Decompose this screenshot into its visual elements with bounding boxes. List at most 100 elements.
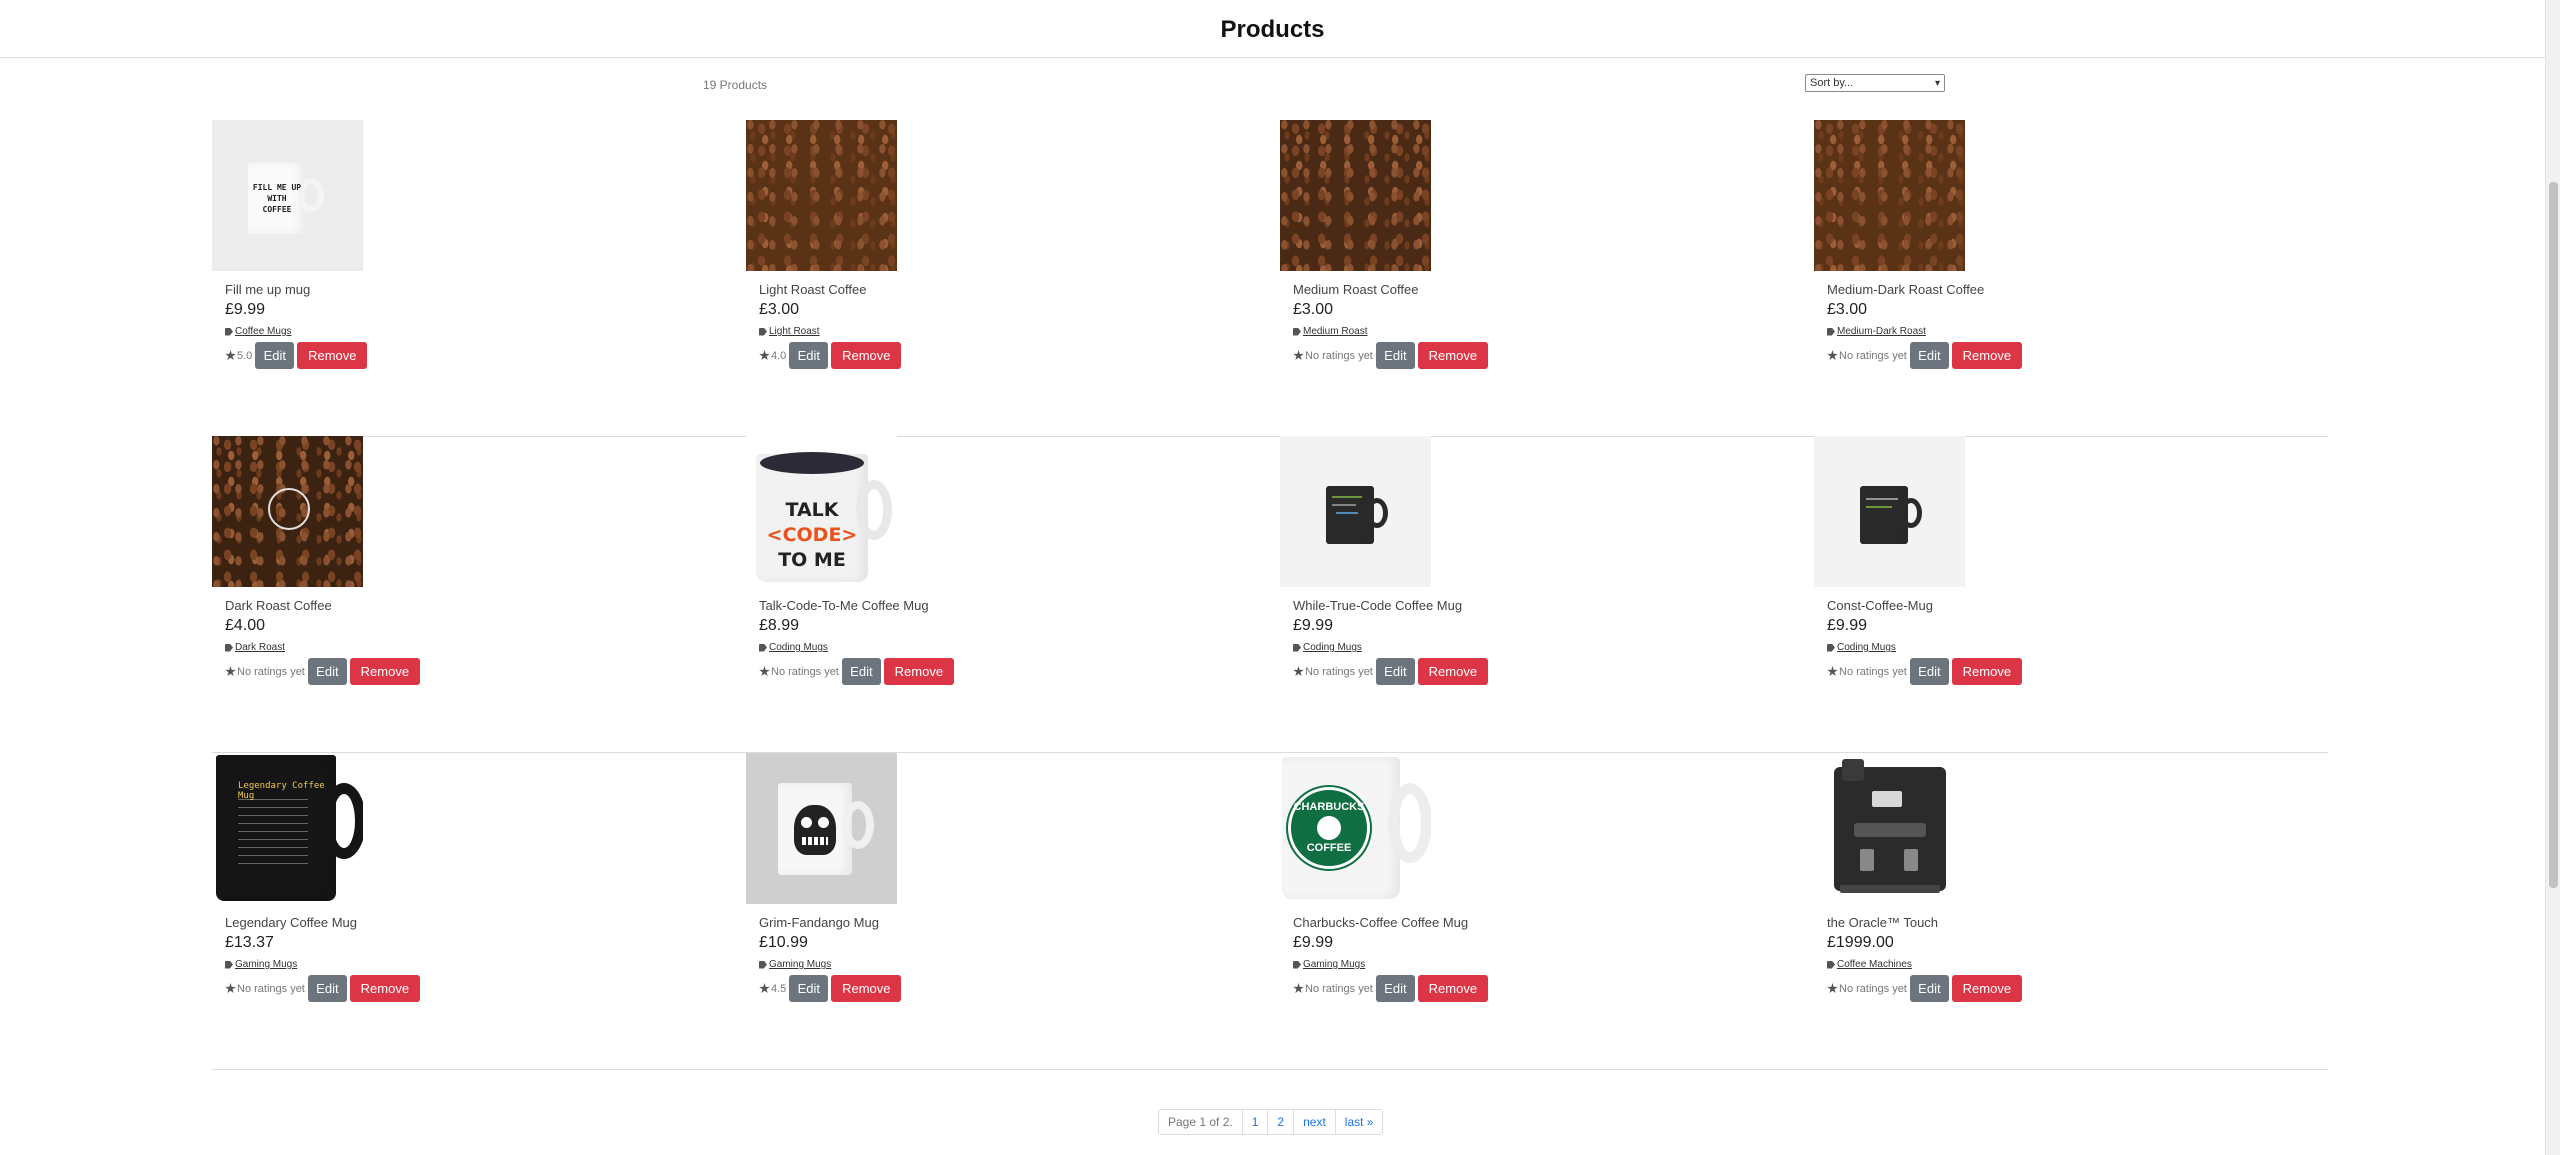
category-link[interactable]: Coding Mugs — [1837, 642, 1896, 653]
tag-icon — [759, 960, 767, 969]
product-name: Medium Roast Coffee — [1293, 282, 1419, 297]
product-card: FILL ME UP WITH COFFEE Fill me up mug £9… — [212, 120, 712, 420]
remove-button[interactable]: Remove — [1951, 658, 2022, 685]
remove-button[interactable]: Remove — [831, 342, 902, 369]
product-card: the Oracle™ Touch £1999.00 Coffee Machin… — [1814, 753, 2314, 1053]
remove-button[interactable]: Remove — [297, 342, 368, 369]
category-link[interactable]: Medium-Dark Roast — [1837, 326, 1926, 337]
rating-text: No ratings yet — [237, 982, 305, 995]
product-price: £9.99 — [1293, 934, 1334, 951]
rating-text: No ratings yet — [1839, 349, 1907, 362]
category-link[interactable]: Dark Roast — [235, 642, 285, 653]
star-icon — [1293, 983, 1304, 994]
edit-button[interactable]: Edit — [1375, 975, 1415, 1002]
product-image[interactable]: TALK <CODE> TO ME — [746, 436, 897, 587]
coffee-surface — [760, 452, 864, 474]
remove-button[interactable]: Remove — [1951, 342, 2022, 369]
category-link[interactable]: Gaming Mugs — [235, 959, 297, 970]
product-image[interactable] — [1280, 120, 1431, 271]
sort-select[interactable]: Sort by... ▾ — [1805, 74, 1945, 92]
page-link-1[interactable]: 1 — [1241, 1110, 1268, 1134]
product-row: FILL ME UP WITH COFFEE Fill me up mug £9… — [212, 120, 2328, 437]
category-link[interactable]: Coffee Mugs — [235, 326, 292, 337]
star-icon — [225, 983, 236, 994]
remove-button[interactable]: Remove — [1951, 975, 2022, 1002]
product-price: £3.00 — [1293, 301, 1334, 318]
pagination: Page 1 of 2. 1 2 next last » — [1158, 1109, 1384, 1135]
product-count: 19 Products — [703, 78, 768, 92]
product-price: £3.00 — [759, 301, 800, 318]
category-link[interactable]: Coffee Machines — [1837, 959, 1912, 970]
tag-icon — [1827, 327, 1835, 336]
product-card: TALK <CODE> TO ME Talk-Code-To-Me Coffee… — [746, 436, 1246, 736]
edit-button[interactable]: Edit — [1909, 342, 1949, 369]
rating-text: No ratings yet — [1305, 665, 1373, 678]
category-link[interactable]: Coding Mugs — [1303, 642, 1362, 653]
product-price: £13.37 — [225, 934, 274, 951]
product-image[interactable]: Legendary Coffee Mug — [212, 753, 363, 904]
tag-icon — [225, 960, 233, 969]
tag-icon — [1293, 960, 1301, 969]
product-card: Grim-Fandango Mug £10.99 Gaming Mugs 4.5… — [746, 753, 1246, 1053]
product-image[interactable]: FILL ME UP WITH COFFEE — [212, 120, 363, 271]
product-name: Dark Roast Coffee — [225, 598, 332, 613]
category-link[interactable]: Light Roast — [769, 326, 820, 337]
edit-button[interactable]: Edit — [307, 658, 347, 685]
category-link[interactable]: Coding Mugs — [769, 642, 828, 653]
star-icon — [225, 666, 236, 677]
edit-button[interactable]: Edit — [1909, 658, 1949, 685]
edit-button[interactable]: Edit — [1375, 658, 1415, 685]
edit-button[interactable]: Edit — [789, 342, 829, 369]
edit-button[interactable]: Edit — [789, 975, 829, 1002]
product-name: While-True-Code Coffee Mug — [1293, 598, 1463, 613]
product-name: Talk-Code-To-Me Coffee Mug — [759, 598, 929, 613]
category-link[interactable]: Gaming Mugs — [1303, 959, 1365, 970]
rating-text: No ratings yet — [771, 665, 839, 678]
remove-button[interactable]: Remove — [883, 658, 954, 685]
scrollbar-thumb[interactable] — [2549, 182, 2558, 888]
remove-button[interactable]: Remove — [1417, 342, 1488, 369]
edit-button[interactable]: Edit — [255, 342, 295, 369]
product-image[interactable]: CHARBUCKS COFFEE — [1280, 753, 1431, 904]
remove-button[interactable]: Remove — [1417, 975, 1488, 1002]
product-image[interactable] — [1280, 436, 1431, 587]
star-icon — [1293, 350, 1304, 361]
next-page-link[interactable]: next — [1293, 1110, 1335, 1134]
tag-icon — [759, 327, 767, 336]
star-icon — [759, 666, 770, 677]
edit-button[interactable]: Edit — [841, 658, 881, 685]
page-link-2[interactable]: 2 — [1267, 1110, 1293, 1134]
remove-button[interactable]: Remove — [349, 658, 420, 685]
product-card: Medium Roast Coffee £3.00 Medium Roast N… — [1280, 120, 1780, 420]
charbucks-logo: CHARBUCKS COFFEE — [1288, 787, 1370, 869]
product-image[interactable] — [1814, 753, 1965, 904]
category-link[interactable]: Medium Roast — [1303, 326, 1367, 337]
product-name: Const-Coffee-Mug — [1827, 598, 1933, 613]
star-icon — [1827, 666, 1838, 677]
product-card: Light Roast Coffee £3.00 Light Roast 4.0… — [746, 120, 1246, 420]
product-card: Dark Roast Coffee £4.00 Dark Roast No ra… — [212, 436, 712, 736]
remove-button[interactable]: Remove — [1417, 658, 1488, 685]
tag-icon — [1827, 960, 1835, 969]
product-image[interactable] — [212, 436, 363, 587]
edit-button[interactable]: Edit — [1909, 975, 1949, 1002]
product-card: Const-Coffee-Mug £9.99 Coding Mugs No ra… — [1814, 436, 2314, 736]
star-icon — [225, 350, 236, 361]
product-image[interactable] — [746, 120, 897, 271]
star-icon — [1827, 350, 1838, 361]
star-icon — [759, 983, 770, 994]
product-image[interactable] — [1814, 120, 1965, 271]
edit-button[interactable]: Edit — [1375, 342, 1415, 369]
product-image[interactable] — [1814, 436, 1965, 587]
vertical-scrollbar[interactable] — [2545, 0, 2560, 1155]
category-link[interactable]: Gaming Mugs — [769, 959, 831, 970]
product-image[interactable] — [746, 753, 897, 904]
last-page-link[interactable]: last » — [1334, 1110, 1383, 1134]
tag-icon — [759, 643, 767, 652]
edit-button[interactable]: Edit — [307, 975, 347, 1002]
rating-text: 4.5 — [771, 982, 787, 995]
rating-text: 5.0 — [237, 349, 253, 362]
remove-button[interactable]: Remove — [349, 975, 420, 1002]
remove-button[interactable]: Remove — [831, 975, 902, 1002]
product-name: Charbucks-Coffee Coffee Mug — [1293, 915, 1469, 930]
